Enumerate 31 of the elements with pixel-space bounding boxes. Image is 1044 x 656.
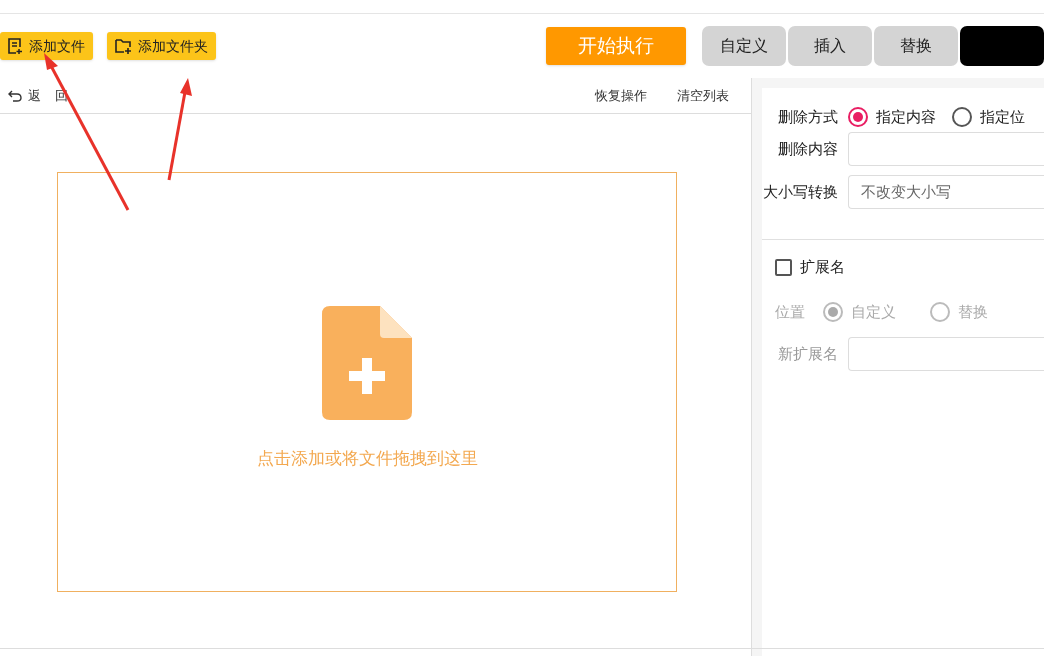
checkbox[interactable]	[775, 258, 792, 276]
field-label: 大小写转换	[762, 181, 839, 202]
drop-hint: 点击添加或将文件拖拽到这里	[256, 448, 478, 471]
folder-plus-icon	[115, 38, 132, 54]
add-file-icon	[322, 306, 412, 421]
add-folder-button[interactable]: 添加文件夹	[107, 32, 216, 60]
input-field[interactable]	[848, 337, 1044, 371]
tab[interactable]: 插入	[788, 26, 872, 66]
tab[interactable]: 替换	[874, 26, 958, 66]
list-action-button[interactable]: 恢复操作	[595, 85, 647, 106]
input-field[interactable]: 不改变大小写	[848, 175, 1044, 209]
radio-label: 指定内容	[876, 106, 936, 127]
radio-button[interactable]	[823, 301, 843, 322]
field-label: 删除方式	[777, 106, 839, 127]
list-action-button[interactable]: 清空列表	[677, 85, 729, 106]
field-label: 删除内容	[777, 138, 839, 159]
field-label: 位置	[775, 301, 805, 322]
radio-button[interactable]	[930, 301, 950, 322]
radio-label: 自定义	[851, 301, 896, 322]
field-label: 新扩展名	[777, 343, 839, 364]
radio-button[interactable]	[952, 107, 972, 127]
input-field[interactable]	[848, 132, 1044, 166]
checkbox-label: 扩展名	[800, 257, 845, 277]
tab[interactable]: 自定义	[702, 26, 786, 66]
undo-icon[interactable]	[8, 89, 22, 102]
document-plus-icon	[8, 38, 23, 54]
radio-label: 替换	[958, 301, 988, 322]
radio-button[interactable]	[848, 107, 868, 127]
list-action-label: 返	[28, 86, 41, 105]
add-file-button[interactable]: 添加文件	[0, 32, 93, 60]
radio-label: 指定位	[980, 106, 1025, 127]
